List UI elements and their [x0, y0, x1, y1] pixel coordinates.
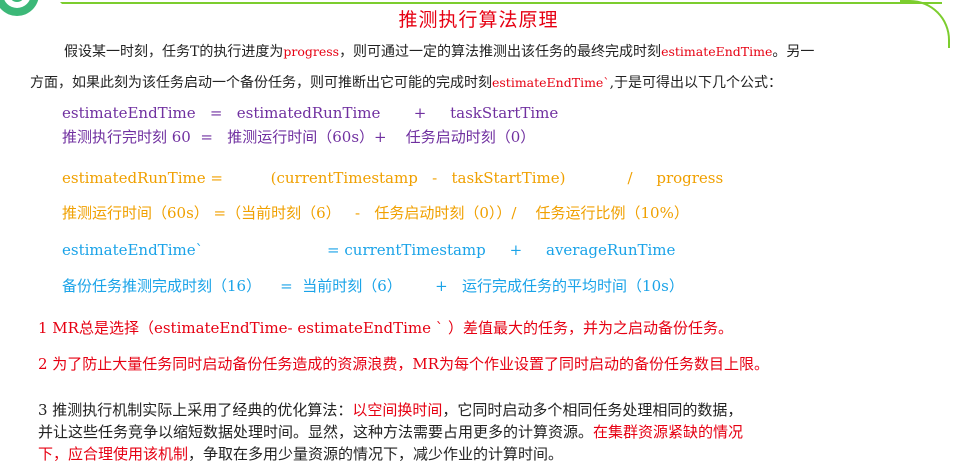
note-3-text: ，争取在多用少量资源的情况下，减少作业的计算时间。 [188, 445, 564, 463]
note-3-text: 3 推测执行机制实际上采用了经典的优化算法： [38, 401, 353, 419]
note-3-text: ，它同时启动多个相同任务处理相同的数据， [442, 401, 743, 419]
var-backup-end-time: estimateEndTime` [492, 75, 610, 90]
note-3-text: 并让这些任务竞争以缩短数据处理时间。显然，这种方法需要占用更多的计算资源。 [38, 423, 594, 441]
intro-text: 方面，如果此刻为该任务启动一个备份任务，则可推断出它可能的完成时刻 [30, 75, 492, 91]
formula-2-line-1: estimatedRunTime = (currentTimestamp - t… [62, 169, 724, 187]
var-progress: progress [283, 44, 340, 59]
formula-3-line-1: estimateEndTime` = currentTimestamp + av… [62, 241, 676, 259]
note-2: 2 为了防止大量任务同时启动备份任务造成的资源浪费，MR为每个作业设置了同时启动… [38, 355, 769, 373]
intro-text: 。另一 [772, 44, 815, 60]
formula-2-line-2: 推测运行时间（60s） =（当前时刻（6） - 任务启动时刻（0））/ 任务运行… [62, 204, 689, 222]
note-3-highlight: 下，应合理使用该机制 [38, 445, 189, 463]
intro-text: ,于是可得出以下几个公式： [609, 75, 783, 91]
var-estimate-end-time: estimateEndTime [661, 44, 773, 59]
intro-line-2: 方面，如果此刻为该任务启动一个备份任务，则可推断出它可能的完成时刻estimat… [30, 73, 782, 93]
note-3: 3 推测执行机制实际上采用了经典的优化算法：以空间换时间，它同时启动多个相同任务… [38, 399, 743, 465]
formula-1-line-1: estimateEndTime = estimatedRunTime + tas… [62, 104, 559, 122]
note-1: 1 MR总是选择（estimateEndTime- estimateEndTim… [38, 319, 734, 337]
intro-text: ，则可通过一定的算法推测出该任务的最终完成时刻 [339, 44, 662, 60]
note-3-highlight: 以空间换时间 [352, 401, 443, 419]
intro-line-1: 假设某一时刻，任务T的执行进度为progress，则可通过一定的算法推测出该任务… [64, 42, 814, 62]
page-title: 推测执行算法原理 [398, 9, 559, 31]
formula-3-line-2: 备份任务推测完成时刻（16） = 当前时刻（6） + 运行完成任务的平均时间（1… [62, 277, 684, 295]
note-3-highlight: 在集群资源紧缺的情况 [593, 423, 744, 441]
intro-text: 假设某一时刻，任务T的执行进度为 [64, 44, 284, 60]
formula-1-line-2: 推测执行完时刻 60 = 推测运行时间（60s）+ 任务启动时刻（0） [62, 128, 536, 146]
